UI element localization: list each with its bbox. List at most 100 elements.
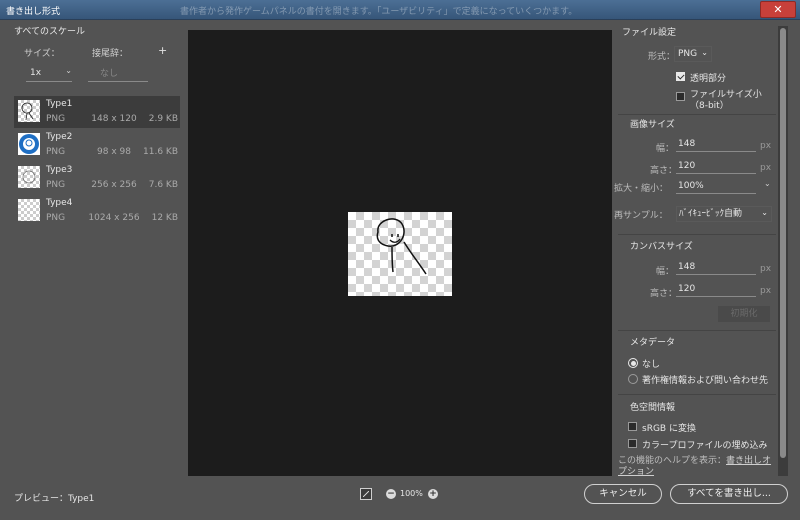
asset-list: Type1 PNG 148 x 120 2.9 KB Type2 PNG 98 … [14,96,188,228]
cancel-button[interactable]: キャンセル [584,484,662,504]
asset-dims: 98 x 98 [97,147,131,157]
window-title: 書き出し形式 [6,7,61,17]
canvas-width-input[interactable]: 148 [676,261,756,275]
format-label: 形式： [648,52,676,62]
close-button[interactable]: ✕ [760,1,796,18]
scale-label: 拡大・縮小： [614,184,669,194]
divider [618,234,776,235]
right-panel-scrollbar[interactable] [778,26,788,476]
asset-format: PNG [46,213,66,223]
metadata-title: メタデータ [630,338,676,348]
scale-select[interactable]: 1x ⌄ [26,66,72,82]
canvas-height-unit: px [760,286,772,296]
asset-item-type3[interactable]: Type3 PNG 256 x 256 7.6 KB [14,162,180,194]
reset-button[interactable]: 初期化 [718,306,770,322]
image-width-label: 幅： [656,144,675,154]
all-scales-title: すべてのスケール [14,27,86,37]
zoom-in-icon[interactable]: + [428,489,438,499]
doodle-figure-icon [376,218,427,275]
asset-format: PNG [46,147,66,157]
sketch-thumbnail-icon [18,166,40,188]
divider [618,330,776,331]
transparency-checkbox[interactable] [676,72,685,81]
scale-percent-input[interactable]: 100% [676,180,756,194]
zoom-out-icon[interactable]: − [386,489,396,499]
chevron-down-icon[interactable]: ⌄ [764,179,771,188]
metadata-copyright-radio[interactable] [628,374,638,384]
resample-label: 再サンプル： [614,211,668,221]
title-bar: 書き出し形式 書作者から発作ゲームパネルの書付を開きます。「ユーザビリティ」で定… [0,0,800,20]
size-label: サイズ： [24,49,60,59]
help-text: この機能のヘルプを表示：書き出しオプション [618,456,778,478]
export-all-button[interactable]: すべてを書き出し... [670,484,788,504]
blue-circle-thumbnail-icon [18,133,40,155]
suffix-label: 接尾辞： [92,49,129,59]
chevron-down-icon: ⌄ [761,208,768,217]
bottom-bar: プレビュー：Type1 − 100% + キャンセル すべてを書き出し... [0,480,800,520]
asset-size: 7.6 KB [148,180,178,190]
asset-size: 12 KB [151,213,178,223]
fit-to-screen-icon[interactable] [360,488,372,500]
smaller-file-label: ファイルサイズ小（8-bit） [690,90,762,111]
color-space-title: 色空間情報 [630,403,676,413]
suffix-input[interactable] [88,66,148,82]
canvas-height-label: 高さ： [650,289,678,299]
left-panel: すべてのスケール サイズ： 接尾辞： + 1x ⌄ Type1 PNG 148 … [10,24,188,476]
asset-item-type1[interactable]: Type1 PNG 148 x 120 2.9 KB [14,96,180,128]
image-height-unit: px [760,163,772,173]
asset-item-type2[interactable]: Type2 PNG 98 x 98 11.6 KB [14,129,180,161]
right-panel: ファイル設定 形式： PNG ⌄ 透明部分 ファイルサイズ小（8-bit） 画像… [614,24,780,480]
canvas-width-label: 幅： [656,267,675,277]
metadata-none-radio[interactable] [628,358,638,368]
asset-name: Type4 [46,198,73,208]
image-height-input[interactable]: 120 [676,160,756,174]
scale-row: 1x ⌄ [26,66,186,84]
chevron-down-icon: ⌄ [65,66,72,75]
image-height-label: 高さ： [650,166,678,176]
divider [618,394,776,395]
asset-name: Type2 [46,132,73,142]
preview-canvas[interactable] [188,30,612,476]
asset-dims: 256 x 256 [91,180,137,190]
resample-select[interactable]: ﾊﾞｲｷｭｰﾋﾞｯｸ自動 ⌄ [676,206,772,222]
add-scale-button[interactable]: + [158,44,167,57]
embed-profile-label: カラープロファイルの埋め込み [642,441,768,451]
image-width-unit: px [760,141,772,151]
asset-size: 2.9 KB [148,114,178,124]
image-size-title: 画像サイズ [630,120,675,130]
asset-dims: 148 x 120 [91,114,137,124]
asset-name: Type1 [46,99,73,109]
canvas-size-title: カンバスサイズ [630,242,693,252]
embed-profile-checkbox[interactable] [628,439,637,448]
file-settings-title: ファイル設定 [622,28,677,38]
resample-value: ﾊﾞｲｷｭｰﾋﾞｯｸ自動 [679,209,743,219]
image-width-input[interactable]: 148 [676,138,756,152]
help-prefix: この機能のヘルプを表示： [618,456,727,466]
scale-header: サイズ： 接尾辞： + [14,44,184,60]
srgb-checkbox[interactable] [628,422,637,431]
asset-format: PNG [46,114,66,124]
metadata-copyright-label: 著作権情報および問い合わせ先 [642,376,769,386]
chevron-down-icon: ⌄ [701,48,708,57]
preview-label: プレビュー：Type1 [14,494,95,504]
canvas-width-unit: px [760,264,772,274]
zoom-value: 100% [400,489,423,498]
canvas-height-input[interactable]: 120 [676,283,756,297]
divider [618,114,776,115]
scrollbar-thumb[interactable] [780,28,786,458]
asset-item-type4[interactable]: Type4 PNG 1024 x 256 12 KB [14,195,180,227]
transparent-thumbnail-icon [18,199,40,221]
format-select[interactable]: PNG ⌄ [674,46,712,62]
doodle-thumbnail-icon [18,100,40,122]
preview-image [348,212,452,296]
transparency-label: 透明部分 [690,74,727,84]
asset-format: PNG [46,180,66,190]
format-value: PNG [678,49,698,59]
srgb-label: sRGB に変換 [642,424,696,434]
asset-dims: 1024 x 256 [88,213,140,223]
smaller-file-checkbox[interactable] [676,92,685,101]
scale-value: 1x [30,68,42,78]
asset-name: Type3 [46,165,73,175]
asset-size: 11.6 KB [143,147,178,157]
metadata-none-label: なし [642,360,661,370]
